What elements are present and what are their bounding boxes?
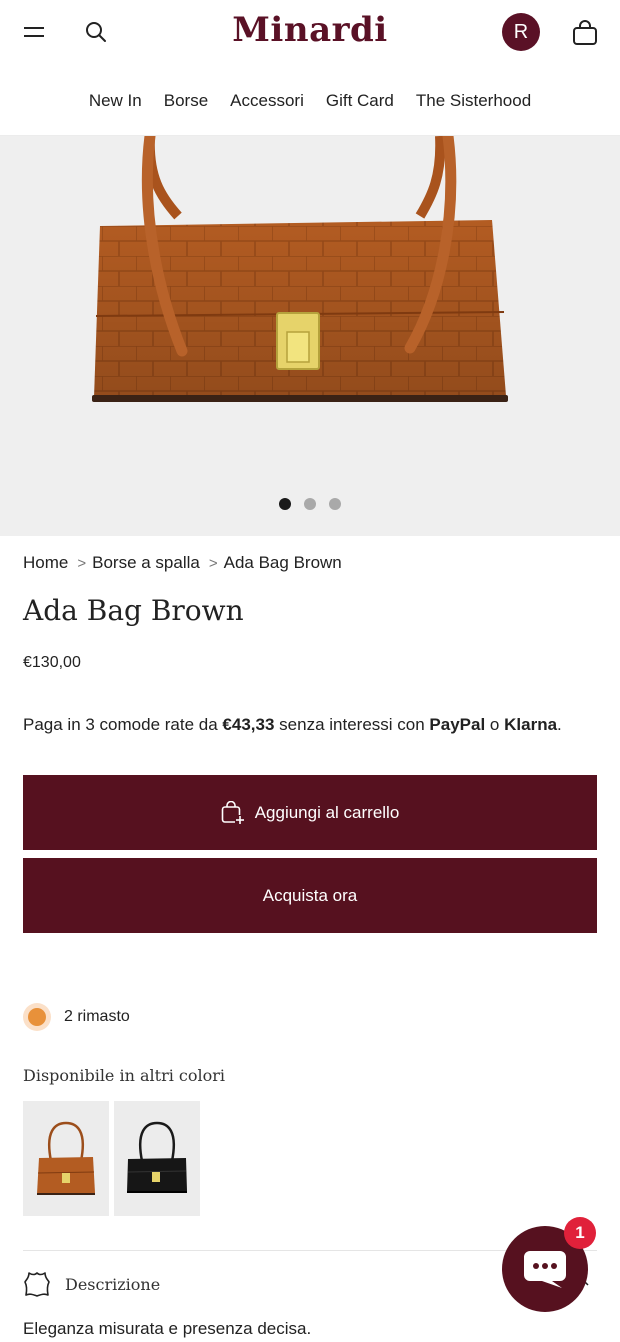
gallery-dot-3[interactable] [329,498,341,510]
breadcrumb-separator: > [77,554,87,572]
color-swatch-brown[interactable] [23,1101,109,1216]
brown-bag-thumbnail [37,1121,95,1195]
description-text: Eleganza misurata e presenza decisa. [23,1319,312,1338]
nav-item-accessori[interactable]: Accessori [219,91,315,111]
product-image [92,136,508,402]
breadcrumb-current: Ada Bag Brown [223,553,342,572]
nav-item-gift-card[interactable]: Gift Card [315,91,405,111]
add-to-cart-label: Aggiungi al carrello [254,802,400,822]
account-avatar[interactable]: R [502,13,540,51]
add-to-cart-button[interactable]: Aggiungi al carrello [23,775,597,850]
search-icon [86,22,106,42]
installments-connector: o [489,715,500,734]
leather-icon [24,1272,50,1297]
installments-middle: senza interessi con [279,715,425,734]
stock-indicator: 2 rimasto [23,1003,130,1031]
installments-amount: €43,33 [222,715,275,734]
menu-button[interactable] [18,16,50,48]
add-to-bag-icon [221,800,245,825]
description-label: Descrizione [65,1274,161,1294]
breadcrumb-separator: > [208,554,218,572]
bag-icon [573,20,597,45]
stock-text: 2 rimasto [64,1008,130,1025]
nav-item-borse[interactable]: Borse [153,91,219,111]
installments-prefix: Paga in 3 comode rate da [23,715,218,734]
gallery-dot-1[interactable] [279,498,291,510]
buy-now-button[interactable]: Acquista ora [23,858,597,933]
black-bag-thumbnail [127,1121,187,1193]
stock-status-icon [23,1003,51,1031]
installments-end: . [557,715,562,734]
buy-now-label: Acquista ora [262,885,358,905]
color-swatch-black[interactable] [114,1101,200,1216]
product-image-gallery[interactable] [0,136,620,536]
product-title: Ada Bag Brown [23,594,244,627]
main-nav: New In Borse Accessori Gift Card The Sis… [0,66,620,136]
search-button[interactable] [80,16,112,48]
nav-item-the-sisterhood[interactable]: The Sisterhood [405,91,542,111]
other-colors-label: Disponibile in altri colori [23,1066,226,1085]
chat-notification-badge: 1 [564,1217,596,1249]
installments-info: Paga in 3 comode rate da €43,33 senza in… [23,715,562,735]
installments-provider-klarna: Klarna [504,715,558,734]
nav-item-new-in[interactable]: New In [78,91,153,111]
product-price: €130,00 [23,654,81,671]
breadcrumb-home[interactable]: Home [23,553,68,573]
header: Minardi R [0,0,620,66]
gallery-dot-2[interactable] [304,498,316,510]
gallery-dots [0,498,620,510]
cart-button[interactable] [568,16,602,50]
chat-icon [524,1251,566,1288]
breadcrumb-category[interactable]: Borse a spalla [92,553,200,573]
installments-provider-paypal: PayPal [429,715,486,734]
breadcrumb: Home > Borse a spalla > Ada Bag Brown [23,553,342,573]
menu-icon [24,27,44,37]
